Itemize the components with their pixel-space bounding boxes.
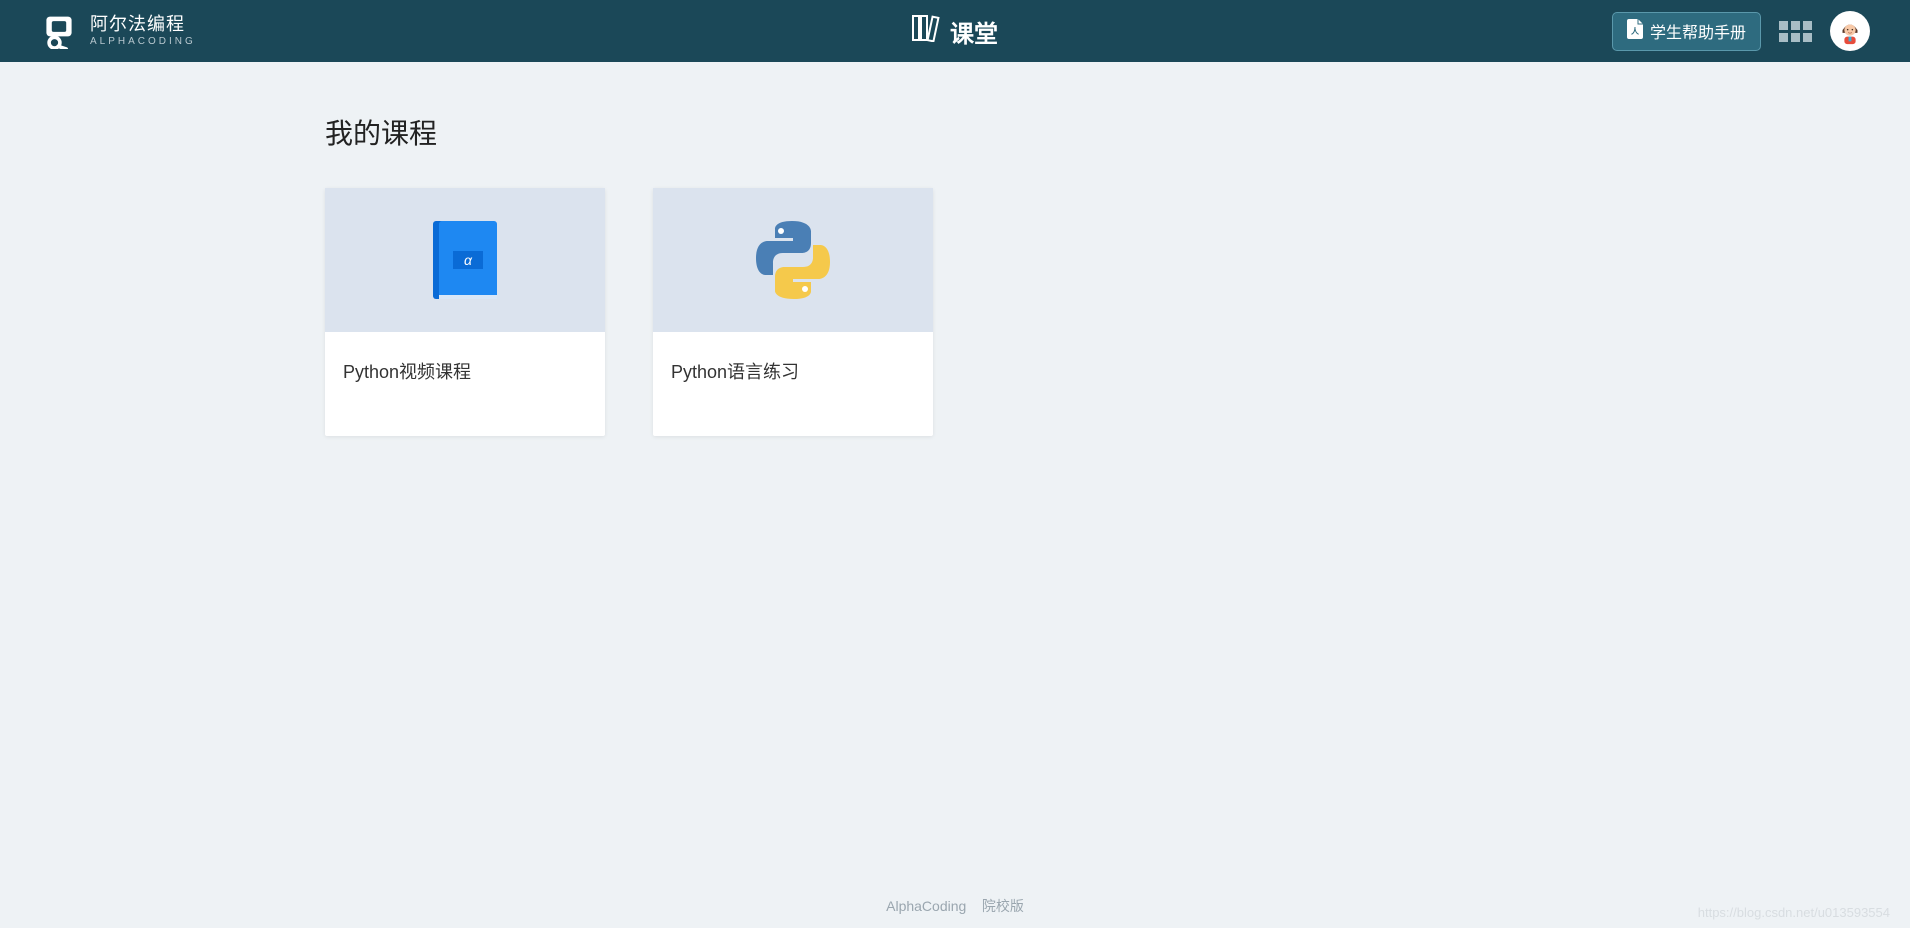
brand[interactable]: 阿尔法编程 ALPHACODING — [40, 13, 196, 49]
python-icon — [748, 215, 838, 305]
course-card-title: Python视频课程 — [343, 358, 587, 384]
watermark: https://blog.csdn.net/u013593554 — [1698, 905, 1890, 920]
page-title: 我的课程 — [325, 112, 1585, 152]
header-title: 课堂 — [912, 14, 998, 49]
footer-edition: 院校版 — [982, 898, 1024, 914]
course-card-image — [653, 188, 933, 332]
user-avatar[interactable] — [1830, 11, 1870, 51]
header-actions: 人 学生帮助手册 — [1612, 11, 1870, 51]
brand-text: 阿尔法编程 ALPHACODING — [90, 15, 196, 48]
help-button-label: 学生帮助手册 — [1650, 19, 1746, 43]
course-list: α Python视频课程 — [325, 188, 1585, 436]
main-content: 我的课程 α Python视频课程 — [305, 62, 1605, 436]
footer-brand: AlphaCoding — [886, 898, 966, 914]
apps-grid-icon[interactable] — [1779, 21, 1812, 42]
footer: AlphaCoding 院校版 — [0, 896, 1910, 916]
logo-icon — [40, 13, 78, 49]
svg-text:α: α — [464, 252, 473, 268]
pdf-file-icon: 人 — [1627, 19, 1643, 44]
brand-name-en: ALPHACODING — [90, 36, 196, 47]
books-icon — [912, 14, 942, 49]
svg-text:人: 人 — [1631, 26, 1640, 36]
course-card-image: α — [325, 188, 605, 332]
book-icon: α — [425, 215, 505, 305]
app-header: 阿尔法编程 ALPHACODING 课堂 人 学生帮助手册 — [0, 0, 1910, 62]
course-card-title: Python语言练习 — [671, 358, 915, 384]
course-card[interactable]: Python语言练习 — [653, 188, 933, 436]
header-title-text: 课堂 — [950, 14, 998, 49]
course-card[interactable]: α Python视频课程 — [325, 188, 605, 436]
student-help-button[interactable]: 人 学生帮助手册 — [1612, 12, 1761, 51]
brand-name-cn: 阿尔法编程 — [90, 15, 196, 35]
